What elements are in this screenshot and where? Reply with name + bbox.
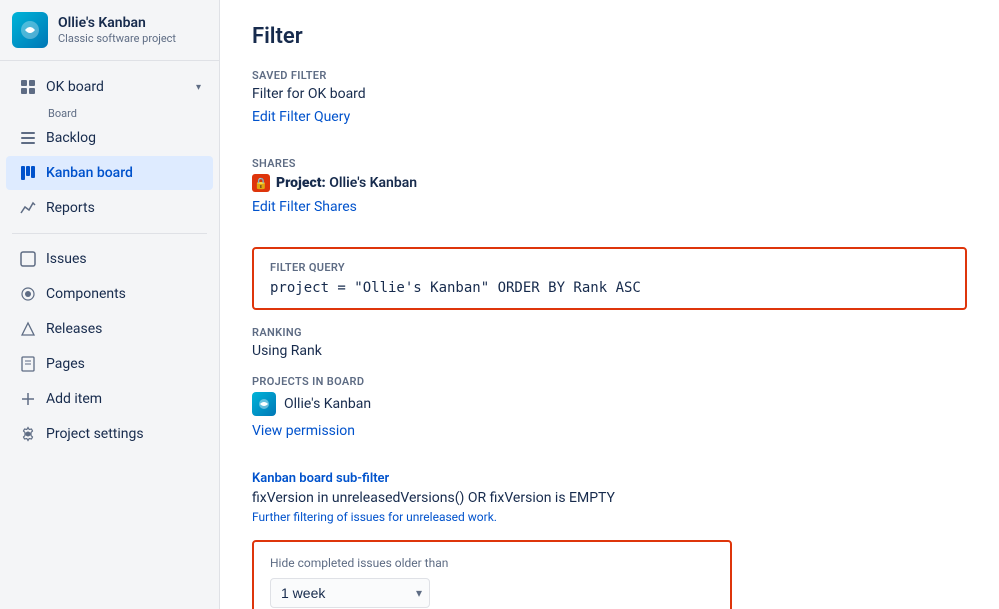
projects-in-board-label: Projects in board (252, 375, 967, 388)
filter-query-box: Filter Query project = "Ollie's Kanban" … (252, 247, 967, 310)
lock-icon: 🔒 (252, 174, 270, 192)
sidebar-item-backlog-label: Backlog (46, 130, 96, 146)
shares-label: Shares (252, 157, 967, 170)
ranking-section: Ranking Using Rank (252, 326, 967, 359)
sidebar-item-issues[interactable]: Issues (6, 242, 213, 276)
ranking-value: Using Rank (252, 343, 967, 359)
saved-filter-section: Saved Filter Filter for OK board Edit Fi… (252, 69, 967, 141)
sidebar-item-project-settings-label: Project settings (46, 426, 144, 442)
hide-issues-dropdown[interactable]: 1 week 2 weeks 1 month Never (270, 578, 430, 608)
sidebar-item-kanban-label: Kanban board (46, 165, 133, 181)
project-logo (12, 12, 48, 48)
sidebar-item-components-label: Components (46, 286, 126, 302)
sidebar-item-add-item-label: Add item (46, 391, 102, 407)
hide-issues-label: Hide completed issues older than (270, 556, 714, 570)
components-icon (18, 284, 38, 304)
kanban-icon (18, 163, 38, 183)
sidebar-item-reports[interactable]: Reports (6, 191, 213, 225)
releases-icon (18, 319, 38, 339)
backlog-icon (18, 128, 38, 148)
sidebar-divider (12, 233, 207, 234)
edit-filter-shares-link[interactable]: Edit Filter Shares (252, 199, 357, 215)
sidebar-item-pages-label: Pages (46, 356, 85, 372)
sidebar-item-ok-board-label: OK board (46, 79, 104, 95)
hide-issues-box: Hide completed issues older than 1 week … (252, 540, 732, 609)
ranking-label: Ranking (252, 326, 967, 339)
sidebar-item-reports-label: Reports (46, 200, 95, 216)
project-type: Classic software project (58, 32, 176, 45)
view-permission-link[interactable]: View permission (252, 423, 355, 439)
board-sub-label: Board (6, 105, 213, 120)
kanban-subfilter-value: fixVersion in unreleasedVersions() OR fi… (252, 490, 967, 506)
sidebar-item-releases-label: Releases (46, 321, 102, 337)
sidebar-top-section: OK board ▾ Board Backlog Kanban board (0, 70, 219, 225)
project-row: Ollie's Kanban (252, 392, 967, 416)
saved-filter-value: Filter for OK board (252, 86, 967, 102)
sidebar-item-pages[interactable]: Pages (6, 347, 213, 381)
project-board-icon (252, 392, 276, 416)
shares-section: Shares 🔒 Project: Ollie's Kanban Edit Fi… (252, 157, 967, 231)
shares-prefix: Project: Ollie's Kanban (276, 175, 417, 191)
pages-icon (18, 354, 38, 374)
filter-query-section-label: Filter Query (270, 261, 949, 274)
chevron-down-icon: ▾ (196, 82, 201, 93)
shares-row: 🔒 Project: Ollie's Kanban (252, 174, 967, 192)
board-icon (18, 77, 38, 97)
sidebar-item-releases[interactable]: Releases (6, 312, 213, 346)
settings-icon (18, 424, 38, 444)
filter-query-value: project = "Ollie's Kanban" ORDER BY Rank… (270, 280, 949, 296)
sidebar-item-backlog[interactable]: Backlog (6, 121, 213, 155)
page-title: Filter (252, 24, 967, 49)
sidebar-header: Ollie's Kanban Classic software project (0, 0, 219, 61)
issues-icon (18, 249, 38, 269)
main-content: Filter Saved Filter Filter for OK board … (220, 0, 999, 609)
sidebar-item-kanban-board[interactable]: Kanban board (6, 156, 213, 190)
saved-filter-label: Saved Filter (252, 69, 967, 82)
edit-filter-query-link[interactable]: Edit Filter Query (252, 109, 350, 125)
sidebar-item-ok-board[interactable]: OK board ▾ (6, 70, 213, 104)
sidebar-navigation: OK board ▾ Board Backlog Kanban board (0, 61, 219, 463)
project-title-block: Ollie's Kanban Classic software project (58, 15, 176, 45)
kanban-subfilter-label: Kanban board sub-filter (252, 471, 967, 486)
kanban-subfilter-section: Kanban board sub-filter fixVersion in un… (252, 471, 967, 524)
sidebar-bottom-section: Issues Components Releases Pages (0, 242, 219, 451)
dropdown-wrapper[interactable]: 1 week 2 weeks 1 month Never (270, 578, 430, 608)
project-board-name: Ollie's Kanban (284, 396, 371, 412)
sidebar-item-issues-label: Issues (46, 251, 87, 267)
dropdown-row: 1 week 2 weeks 1 month Never (270, 578, 714, 608)
projects-in-board-section: Projects in board Ollie's Kanban View pe… (252, 375, 967, 455)
sidebar-item-add-item[interactable]: Add item (6, 382, 213, 416)
kanban-subfilter-hint[interactable]: Further filtering of issues for unreleas… (252, 510, 967, 524)
add-item-icon (18, 389, 38, 409)
project-name: Ollie's Kanban (58, 15, 176, 32)
sidebar-item-components[interactable]: Components (6, 277, 213, 311)
reports-icon (18, 198, 38, 218)
sidebar: Ollie's Kanban Classic software project … (0, 0, 220, 609)
sidebar-item-project-settings[interactable]: Project settings (6, 417, 213, 451)
